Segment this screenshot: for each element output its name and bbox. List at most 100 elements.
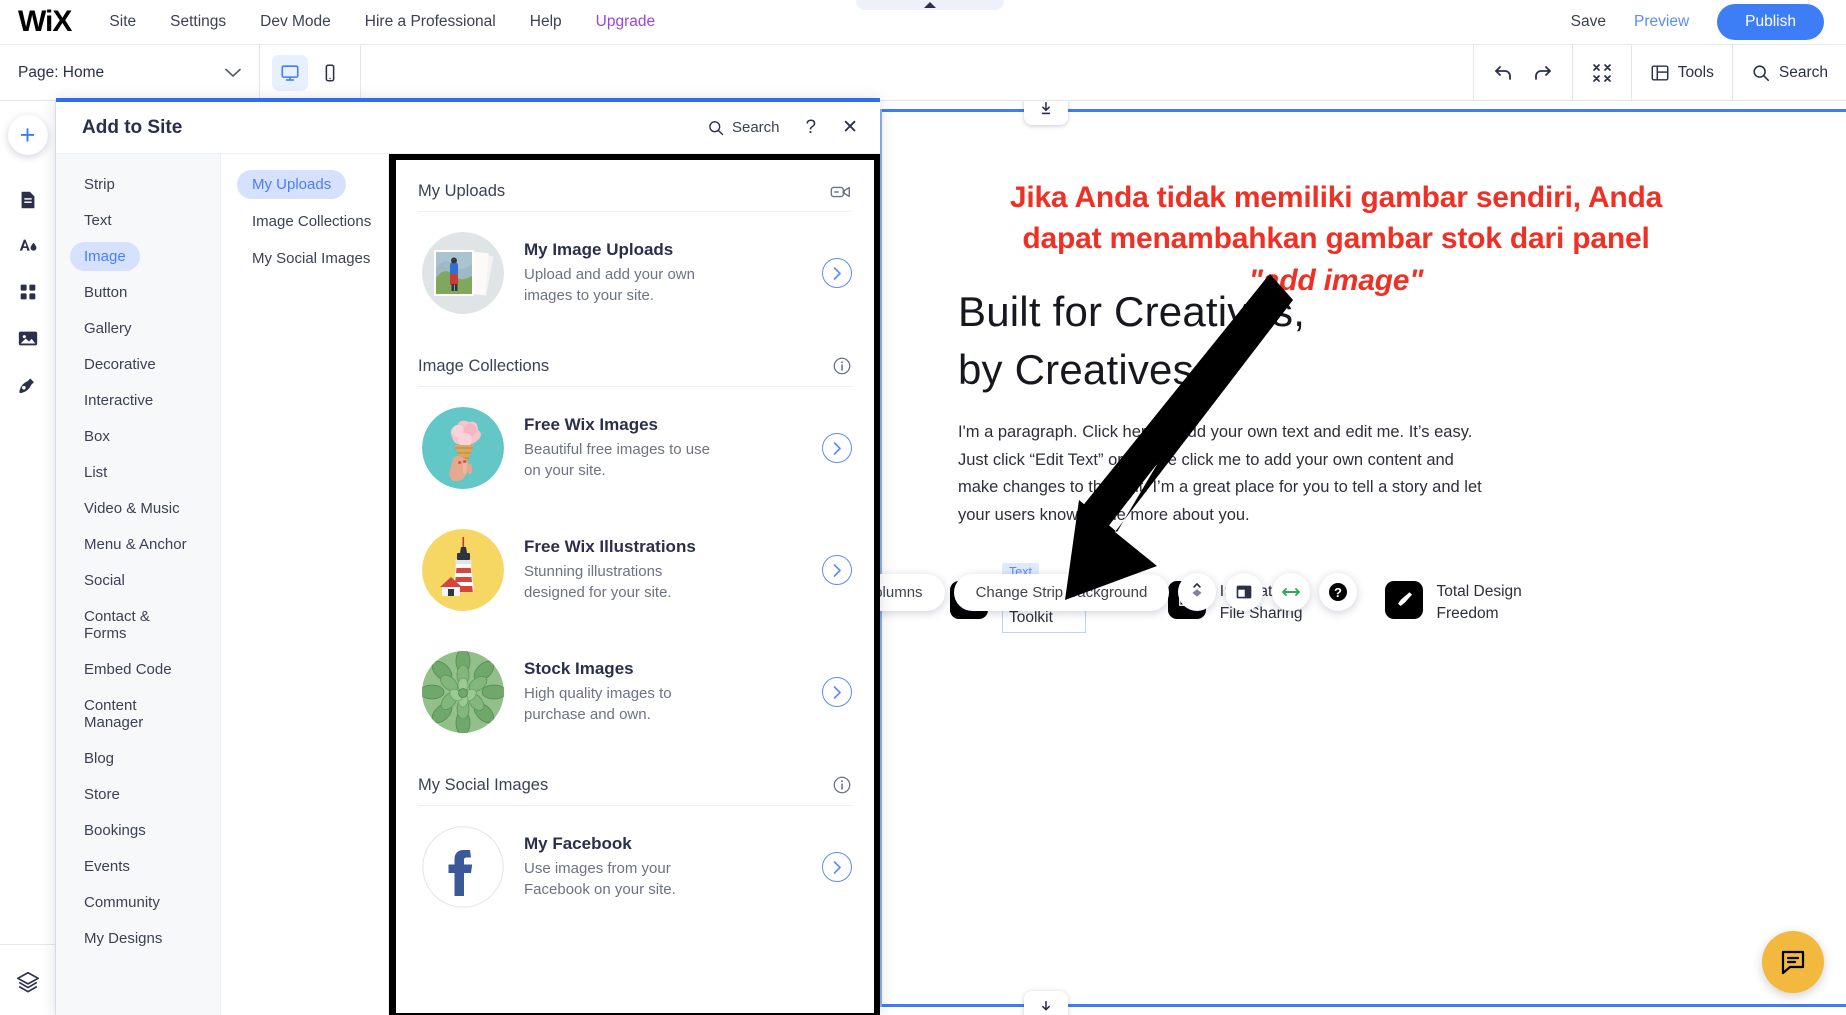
list-item[interactable]: My Facebook Use images from your Faceboo… [418,806,852,928]
search-group: Search [1731,44,1846,101]
category-decorative[interactable]: Decorative [70,350,170,379]
save-button[interactable]: Save [1571,13,1606,31]
info-icon[interactable] [832,356,852,376]
add-section-top-button[interactable] [1024,101,1068,125]
tools-label: Tools [1677,63,1714,81]
category-blog[interactable]: Blog [70,744,128,773]
add-element-button[interactable]: + [7,115,48,155]
panel-search-button[interactable]: Search [707,119,780,137]
section-header-image-collections: Image Collections [418,334,852,387]
panel-close-button[interactable]: ✕ [842,118,858,137]
chevron-right-icon[interactable] [822,555,852,585]
category-content-manager[interactable]: Content Manager [70,691,210,737]
category-community[interactable]: Community [70,888,174,917]
category-events[interactable]: Events [70,852,144,881]
redo-button[interactable] [1530,61,1554,85]
info-icon[interactable] [832,775,852,795]
layers-arrow-icon-button[interactable] [1178,573,1217,611]
chat-bubble-icon [1781,950,1805,975]
menu-item-settings[interactable]: Settings [170,13,226,31]
chat-button[interactable] [1762,931,1824,993]
undo-button[interactable] [1492,61,1516,85]
list-item-desc: Upload and add your own images to your s… [524,266,695,304]
category-interactive[interactable]: Interactive [70,386,167,415]
video-camera-icon[interactable] [830,183,852,201]
body-paragraph[interactable]: I'm a paragraph. Click here to add your … [958,419,1488,530]
layout-icon-button[interactable] [1225,573,1264,611]
sidebar-item-code[interactable] [9,361,47,407]
category-video-music[interactable]: Video & Music [70,494,194,523]
mobile-view-button[interactable] [312,55,348,91]
subcategory-image-collections[interactable]: Image Collections [237,207,386,236]
subcategory-my-uploads[interactable]: My Uploads [237,170,347,199]
category-my-designs[interactable]: My Designs [70,924,176,953]
category-strip[interactable]: Strip [70,170,129,199]
panel-search-label: Search [731,119,780,136]
wix-logo[interactable]: WiX [18,7,72,37]
help-icon-button[interactable]: ? [1319,573,1358,611]
lighthouse-thumb [422,529,504,611]
category-list[interactable]: List [70,458,121,487]
collapse-notch[interactable] [856,0,1004,10]
history-group [1472,44,1572,101]
menu-item-hire-a-professional[interactable]: Hire a Professional [365,13,496,31]
feature-item-total-design-freedom[interactable]: Total Design Freedom [1384,581,1522,625]
media-image-icon [18,331,37,346]
publish-button[interactable]: Publish [1717,4,1824,40]
chevron-right-icon[interactable] [822,852,852,882]
category-image[interactable]: Image [70,242,140,271]
add-section-bottom-button[interactable] [1024,991,1068,1015]
manage-columns-button[interactable]: Manage Columns [880,573,945,611]
list-item-desc: Beautiful free images to use on your sit… [524,441,710,479]
preview-button[interactable]: Preview [1634,13,1689,31]
category-social[interactable]: Social [70,566,139,595]
menu-item-dev-mode[interactable]: Dev Mode [260,13,331,31]
layout-icon [1237,585,1252,599]
zoom-out-button[interactable] [1591,62,1613,84]
chevron-right-icon[interactable] [822,433,852,463]
category-gallery[interactable]: Gallery [70,314,146,343]
headline-line-2: by Creatives [958,345,1194,393]
category-embed-code[interactable]: Embed Code [70,655,186,684]
page-title[interactable]: Built for Creatives, by Creatives [958,283,1658,399]
panel-help-button[interactable]: ? [806,118,817,137]
list-item[interactable]: Free Wix Images Beautiful free images to… [418,387,852,509]
list-item-desc: Use images from your Facebook on your si… [524,860,676,898]
chevron-right-icon[interactable] [822,677,852,707]
sidebar-item-media[interactable] [9,315,47,361]
menu-item-upgrade[interactable]: Upgrade [596,13,655,31]
category-box[interactable]: Box [70,422,124,451]
sidebar-item-layers[interactable] [9,959,47,1005]
list-item[interactable]: Stock Images High quality images to purc… [418,631,852,753]
sidebar-item-pages[interactable] [9,177,47,223]
sidebar-item-apps[interactable] [9,269,47,315]
annotation-line-2: dapat menambahkan gambar stok dari panel [1022,222,1650,256]
menu-item-help[interactable]: Help [530,13,562,31]
category-button[interactable]: Button [70,278,141,307]
category-menu-anchor[interactable]: Menu & Anchor [70,530,201,559]
view-mode-switch [260,44,361,101]
subcategory-my-social-images[interactable]: My Social Images [237,244,385,273]
stretch-arrows-icon-button[interactable] [1272,573,1311,611]
page-icon [21,191,34,209]
category-store[interactable]: Store [70,780,134,809]
chevron-right-icon[interactable] [822,258,852,288]
sidebar-item-design[interactable] [9,223,47,269]
list-item-desc: High quality images to purchase and own. [524,685,672,723]
search-button[interactable]: Search [1751,63,1828,83]
category-contact-forms[interactable]: Contact & Forms [70,602,210,648]
category-text[interactable]: Text [70,206,126,235]
page-selector[interactable]: Page: Home [0,44,260,101]
section-title: Image Collections [418,356,550,375]
change-strip-background-button[interactable]: Change Strip Background [953,573,1170,611]
menu-item-site[interactable]: Site [109,13,136,31]
list-item[interactable]: My Image Uploads Upload and add your own… [418,212,852,334]
ice-cream-thumb [422,407,504,489]
list-item-text: Free Wix Images Beautiful free images to… [524,415,802,481]
list-item[interactable]: Free Wix Illustrations Stunning illustra… [418,509,852,631]
desktop-icon [281,64,299,81]
tools-button[interactable]: Tools [1650,63,1714,83]
category-bookings[interactable]: Bookings [70,816,160,845]
desktop-view-button[interactable] [272,54,308,91]
panel-content-list: My Uploads My Image Uploads Upload and a… [389,154,880,1015]
